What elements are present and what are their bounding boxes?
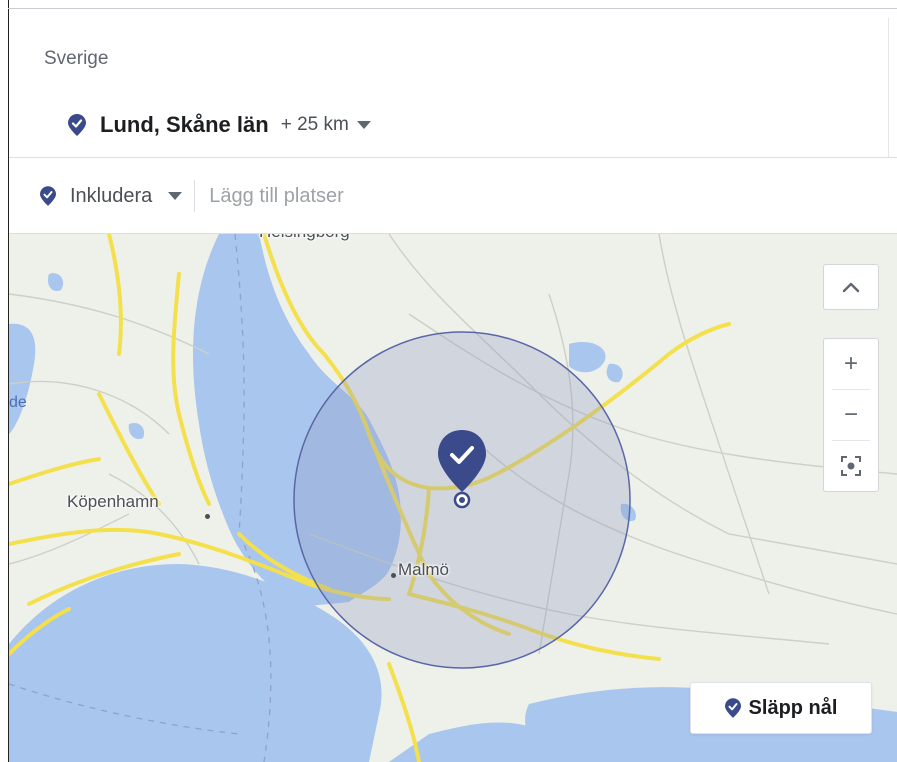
map-edge-label: de	[9, 394, 27, 411]
collapse-map-button[interactable]	[823, 264, 879, 310]
radius-value[interactable]: + 25 km	[281, 114, 349, 136]
map[interactable]: Helsingborg de Köpenhamn Malmö + −	[9, 234, 897, 762]
zoom-out-button[interactable]: −	[824, 390, 878, 440]
city-dot	[391, 573, 396, 578]
map-city-label: Malmö	[398, 560, 450, 579]
location-pin-icon	[40, 186, 56, 206]
panel-edge	[888, 18, 889, 158]
recenter-icon	[841, 456, 861, 476]
recenter-button[interactable]	[824, 441, 878, 491]
radius-dropdown-icon[interactable]	[356, 121, 371, 129]
selected-location[interactable]: Lund, Skåne län + 25 km	[68, 108, 371, 142]
chevron-up-icon	[842, 282, 860, 293]
map-city-label: Helsingborg	[259, 234, 350, 242]
city-dot	[205, 514, 210, 519]
divider	[9, 157, 897, 158]
add-locations-input[interactable]	[209, 184, 670, 208]
location-name: Lund, Skåne län	[100, 112, 269, 137]
country-label: Sverige	[44, 48, 109, 69]
drop-pin-button[interactable]: Släpp nål	[690, 682, 872, 734]
drop-pin-label: Släpp nål	[748, 696, 838, 719]
include-row: Inkludera	[40, 172, 670, 220]
separator	[194, 180, 196, 212]
location-pin-icon	[724, 698, 741, 718]
map-city-label: Köpenhamn	[67, 492, 159, 511]
include-dropdown[interactable]: Inkludera	[70, 185, 152, 208]
zoom-controls: + −	[823, 338, 879, 492]
location-pin-icon	[68, 114, 86, 136]
include-dropdown-icon[interactable]	[168, 192, 183, 200]
zoom-in-button[interactable]: +	[824, 339, 878, 389]
selected-location-marker-icon[interactable]	[435, 428, 489, 512]
